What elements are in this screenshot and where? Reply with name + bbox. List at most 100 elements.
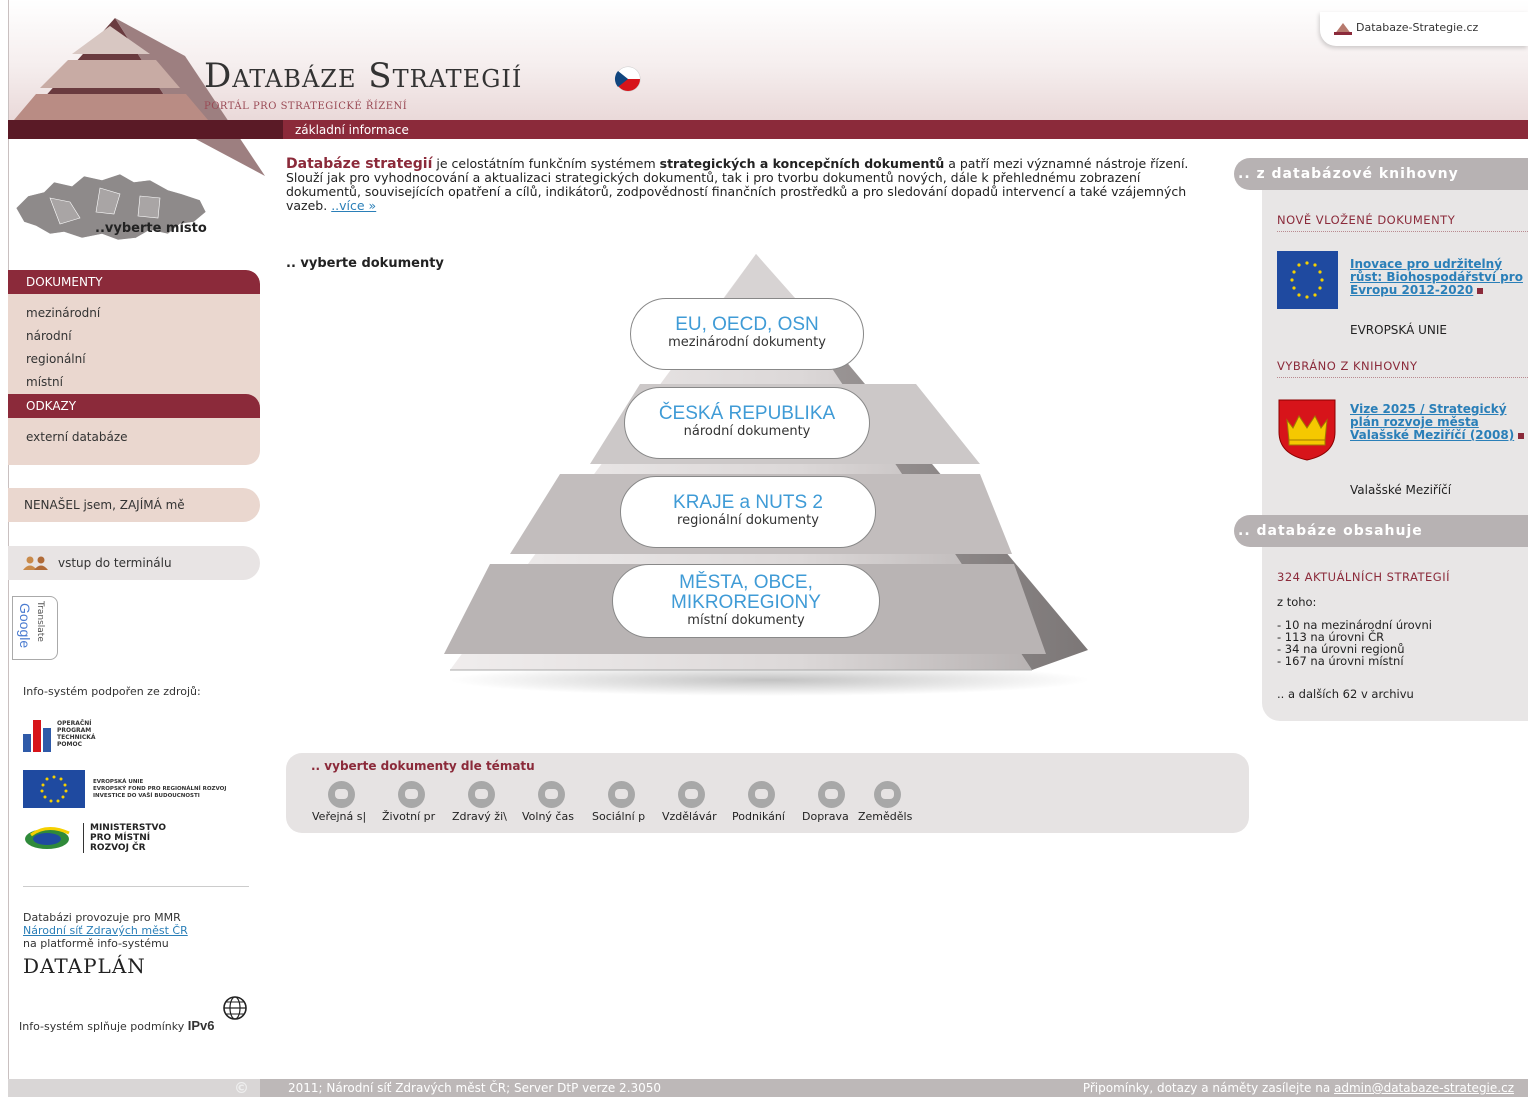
- sponsor-mmr-logo[interactable]: MINISTERSTVO PRO MÍSTNÍ ROZVOJ ČR: [23, 823, 169, 853]
- footer-left-block: [8, 1079, 260, 1097]
- topic-environment[interactable]: Životní pr: [382, 779, 454, 825]
- operator-info: Databázi provozuje pro MMR Národní síť Z…: [23, 911, 188, 950]
- contains-heading: .. databáze obsahuje: [1234, 515, 1528, 547]
- topics-panel: .. vyberte dokumenty dle tématu Veřejná …: [286, 753, 1249, 833]
- site-badge-text: Databaze-Strategie.cz: [1356, 21, 1479, 34]
- sidebar-item-regional[interactable]: regionální: [8, 348, 260, 371]
- intro-text: Databáze strategií je celostátním funkčn…: [286, 157, 1211, 213]
- footer-email-link[interactable]: admin@databaze-strategie.cz: [1334, 1081, 1514, 1095]
- document-pyramid: EU, OECD, OSN mezinárodní dokumenty ČESK…: [440, 250, 1100, 700]
- topic-label: Volný čas: [522, 810, 574, 823]
- people-icon: [23, 556, 48, 570]
- leaf-icon: [398, 781, 425, 808]
- not-found-button[interactable]: NENAŠEL jsem, ZAJÍMÁ mě: [8, 488, 260, 522]
- topics-title: .. vyberte dokumenty dle tématu: [311, 759, 535, 773]
- topic-health[interactable]: Zdravý ži\: [452, 779, 524, 825]
- car-icon: [818, 781, 845, 808]
- eu-text-3: INVESTICE DO VAŠÍ BUDOUCNOSTI: [93, 792, 200, 799]
- tier-international-title: EU, OECD, OSN: [675, 314, 819, 335]
- sidebar-divider: [23, 886, 249, 887]
- eu-text: EVROPSKÁ UNIE EVROPSKÝ FOND PRO REGIONÁL…: [93, 779, 226, 800]
- footer-copyright-text: 2011; Národní síť Zdravých měst ČR; Serv…: [288, 1081, 662, 1095]
- terminal-button[interactable]: vstup do terminálu: [8, 546, 260, 580]
- tier-local-title: MĚSTA, OBCE, MIKROREGIONY: [671, 572, 821, 613]
- section-bar: základní informace: [8, 120, 1528, 139]
- eu-flag-icon: [1277, 251, 1338, 309]
- choose-documents-heading: .. vyberte dokumenty: [286, 256, 444, 271]
- stats-of-which: z toho:: [1277, 595, 1317, 609]
- operator-link[interactable]: Národní síť Zdravých měst ČR: [23, 924, 188, 937]
- ipv6-info: Info-systém splňuje podmínky IPv6: [19, 1018, 214, 1033]
- globe-icon: [223, 996, 247, 1020]
- tier-local[interactable]: MĚSTA, OBCE, MIKROREGIONY místní dokumen…: [612, 564, 880, 638]
- bullet-square-icon: [1518, 433, 1525, 439]
- links-heading: ODKAZY: [8, 394, 260, 418]
- topic-label: Životní pr: [382, 810, 436, 823]
- topic-label: Sociální p: [592, 810, 646, 823]
- czech-flag-icon: [614, 66, 641, 92]
- sponsor-eu-logo[interactable]: EVROPSKÁ UNIE EVROPSKÝ FOND PRO REGIONÁL…: [23, 770, 226, 808]
- sidebar-item-local[interactable]: místní: [8, 371, 260, 394]
- google-translate-button[interactable]: Google Translate: [12, 596, 58, 660]
- choose-place-label[interactable]: ..vyberte místo: [95, 221, 207, 236]
- documents-heading: DOKUMENTY: [8, 270, 260, 294]
- heart-icon: [468, 781, 495, 808]
- strategies-count: 324 AKTUÁLNÍCH STRATEGIÍ: [1277, 570, 1450, 584]
- tier-international-sub: mezinárodní dokumenty: [668, 335, 826, 350]
- footer: © 2011; Národní síť Zdravých měst ČR; Se…: [8, 1079, 1528, 1097]
- tier-national[interactable]: ČESKÁ REPUBLIKA národní dokumenty: [624, 387, 870, 459]
- topic-business[interactable]: Podnikání: [732, 779, 804, 825]
- new-document-link[interactable]: Inovace pro udržitelný růst: Biohospodář…: [1350, 258, 1528, 297]
- tier-regional[interactable]: KRAJE a NUTS 2 regionální dokumenty: [620, 476, 876, 548]
- archive-link[interactable]: .. a dalších 62 v archivu: [1277, 687, 1414, 701]
- eu-text-1: EVROPSKÁ UNIE: [93, 778, 144, 785]
- optp-text: OPERAČNÍ PROGRAM TECHNICKÁ POMOC: [57, 720, 96, 748]
- stats-item: - 167 na úrovni místní: [1277, 654, 1404, 668]
- compass-icon: [748, 781, 775, 808]
- sidebar-item-international[interactable]: mezinárodní: [8, 302, 260, 325]
- people-topic-icon: [608, 781, 635, 808]
- public-topic-icon: [328, 781, 355, 808]
- google-translate-sub: Translate: [35, 601, 45, 642]
- section-bar-dark: [8, 120, 283, 139]
- optp-bars-icon: [23, 720, 51, 752]
- section-title: základní informace: [295, 123, 409, 137]
- site-subtitle: PORTÁL PRO STRATEGICKÉ ŘÍZENÍ: [204, 101, 408, 112]
- wheat-icon: [874, 781, 901, 808]
- topic-label: Zeměděls: [858, 810, 913, 823]
- tier-regional-sub: regionální dokumenty: [677, 513, 819, 528]
- book-icon: [678, 781, 705, 808]
- bullet-square-icon: [1477, 288, 1484, 294]
- tier-international[interactable]: EU, OECD, OSN mezinárodní dokumenty: [630, 298, 864, 370]
- sidebar-item-external-db[interactable]: externí databáze: [8, 426, 260, 449]
- sidebar-item-national[interactable]: národní: [8, 325, 260, 348]
- picked-heading: VYBRÁNO Z KNIHOVNY: [1277, 359, 1528, 378]
- new-document-source: EVROPSKÁ UNIE: [1350, 323, 1447, 337]
- new-docs-heading: NOVĚ VLOŽENÉ DOKUMENTY: [1277, 213, 1528, 232]
- logo-pyramid-icon[interactable]: [10, 16, 280, 176]
- topic-social[interactable]: Sociální p: [592, 779, 664, 825]
- operator-line2: na platformě info-systému: [23, 937, 169, 950]
- site-badge[interactable]: Databaze-Strategie.cz: [1320, 12, 1528, 46]
- eu-flag-icon: [23, 770, 85, 808]
- more-link[interactable]: ..více »: [331, 198, 376, 213]
- ipv6-badge: IPv6: [187, 1018, 215, 1033]
- support-label: Info-systém podpořen ze zdrojů:: [23, 685, 201, 698]
- intro-bold: strategických a koncepčních dokumentů: [659, 156, 945, 171]
- terminal-label: vstup do terminálu: [58, 556, 172, 570]
- picked-document-link[interactable]: Vize 2025 / Strategický plán rozvoje měs…: [1350, 403, 1528, 442]
- tier-local-sub: místní dokumenty: [687, 613, 805, 628]
- topic-education[interactable]: Vzdělávár: [662, 779, 734, 825]
- sponsor-optp-logo[interactable]: OPERAČNÍ PROGRAM TECHNICKÁ POMOC: [23, 716, 107, 752]
- dataplan-logo[interactable]: DATAPLÁN: [23, 954, 146, 978]
- site-title[interactable]: Databáze Strategií: [204, 56, 522, 96]
- topic-leisure[interactable]: Volný čas: [522, 779, 594, 825]
- sidebar-nav: DOKUMENTY mezinárodní národní regionální…: [8, 270, 260, 465]
- intro-part1: je celostátním funkčním systémem: [432, 156, 660, 171]
- footer-contact-text: Připomínky, dotazy a náměty zasílejte na: [1082, 1081, 1334, 1095]
- topic-public[interactable]: Veřejná s|: [312, 779, 384, 825]
- czech-map-icon[interactable]: [10, 168, 210, 248]
- topic-agriculture[interactable]: Zeměděls: [858, 779, 930, 825]
- google-translate-label: Google: [17, 603, 33, 649]
- topic-label: Vzdělávár: [662, 810, 717, 823]
